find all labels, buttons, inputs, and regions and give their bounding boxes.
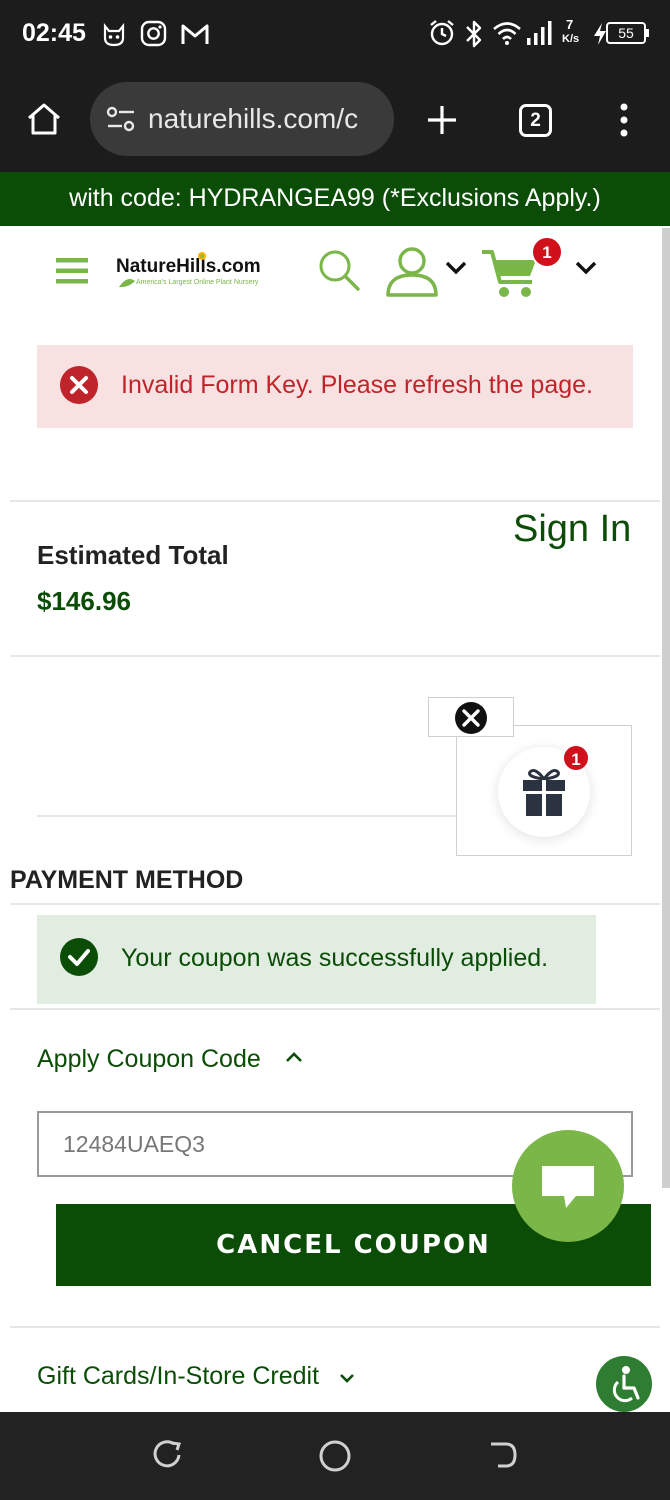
tab-switcher-button[interactable]: 2 (519, 104, 552, 137)
hamburger-menu-icon[interactable] (56, 257, 88, 285)
gift-cards-label[interactable]: Gift Cards/In-Store Credit (37, 1362, 319, 1390)
net-speed-unit: K/s (562, 33, 580, 45)
accessibility-icon[interactable] (606, 1364, 644, 1404)
address-bar[interactable]: naturehills.com/c (90, 82, 394, 156)
divider (10, 903, 660, 905)
gift-popup-close-button[interactable] (428, 697, 514, 737)
recent-apps-icon[interactable] (152, 1440, 182, 1470)
divider (10, 655, 660, 657)
apply-coupon-toggle[interactable]: Apply Coupon Code (37, 1045, 304, 1077)
chevron-down-icon[interactable] (338, 1372, 356, 1384)
estimated-total-value: $146.96 (37, 586, 131, 616)
chat-button[interactable] (512, 1130, 624, 1242)
divider (37, 815, 457, 817)
clock: 02:45 (22, 19, 86, 47)
logo-tagline: America's Largest Online Plant Nursery (136, 279, 259, 286)
cat-notification-icon (103, 22, 125, 47)
check-circle-icon (60, 938, 98, 976)
success-text: Your coupon was successfully applied. (121, 944, 549, 972)
cart-count: 1 (542, 243, 552, 262)
battery-tip (646, 29, 649, 37)
bluetooth-icon (466, 20, 482, 48)
battery-icon: 55 (606, 22, 646, 44)
cart-count-badge: 1 (531, 236, 563, 268)
battery-level: 55 (618, 25, 634, 41)
gift-icon[interactable] (521, 767, 567, 817)
url-text[interactable]: naturehills.com/c (148, 103, 384, 135)
wifi-icon (493, 22, 521, 45)
success-message: Your coupon was successfully applied. (37, 915, 596, 1004)
flower-icon (198, 252, 206, 260)
gmail-icon (181, 24, 209, 44)
payment-method-heading: PAYMENT METHOD (10, 866, 244, 894)
sign-in-link[interactable]: Sign In (513, 508, 631, 551)
leaf-icon (119, 279, 135, 288)
gift-cards-toggle[interactable]: Gift Cards/In-Store Credit (37, 1362, 356, 1391)
more-menu-icon[interactable] (616, 102, 632, 138)
account-chevron-down-icon[interactable] (444, 260, 468, 276)
estimated-total-label: Estimated Total (37, 540, 229, 570)
new-tab-icon[interactable] (426, 104, 458, 136)
home-icon[interactable] (26, 101, 62, 137)
site-settings-icon[interactable] (106, 106, 136, 132)
cart-chevron-down-icon[interactable] (574, 260, 598, 276)
site-header: NatureHills.com America's Largest Online… (0, 226, 660, 326)
home-button-icon[interactable] (318, 1439, 352, 1473)
apply-coupon-label[interactable]: Apply Coupon Code (37, 1045, 261, 1073)
error-text: Invalid Form Key. Please refresh the pag… (121, 371, 593, 399)
chevron-up-icon[interactable] (284, 1050, 304, 1064)
browser-toolbar: naturehills.com/c 2 (0, 70, 670, 172)
instagram-icon (140, 20, 167, 47)
divider (10, 1326, 660, 1328)
gift-count: 1 (571, 750, 581, 769)
status-bar: 02:45 7 K/s 55 (0, 0, 670, 70)
net-speed-value: 7 (566, 17, 574, 32)
logo-wordmark: NatureHills.com (116, 256, 261, 277)
site-logo[interactable]: NatureHills.com America's Largest Online… (116, 252, 276, 296)
error-message: Invalid Form Key. Please refresh the pag… (37, 345, 633, 428)
promo-banner[interactable]: with code: HYDRANGEA99 (*Exclusions Appl… (0, 172, 670, 226)
account-icon[interactable] (385, 244, 439, 298)
chat-icon[interactable] (540, 1162, 596, 1212)
alarm-icon (430, 20, 454, 46)
error-icon (60, 366, 98, 404)
page-scrollbar[interactable] (662, 228, 670, 1188)
search-icon[interactable] (317, 248, 361, 292)
divider (10, 500, 660, 502)
divider (10, 1008, 660, 1010)
close-icon[interactable] (453, 700, 489, 736)
tab-count: 2 (530, 110, 541, 131)
accessibility-button[interactable] (596, 1356, 652, 1412)
signal-icon (527, 21, 552, 45)
promo-text[interactable]: with code: HYDRANGEA99 (*Exclusions Appl… (69, 184, 601, 212)
gift-count-badge: 1 (562, 744, 590, 772)
back-icon[interactable] (488, 1440, 518, 1470)
system-navigation-bar (0, 1412, 670, 1500)
